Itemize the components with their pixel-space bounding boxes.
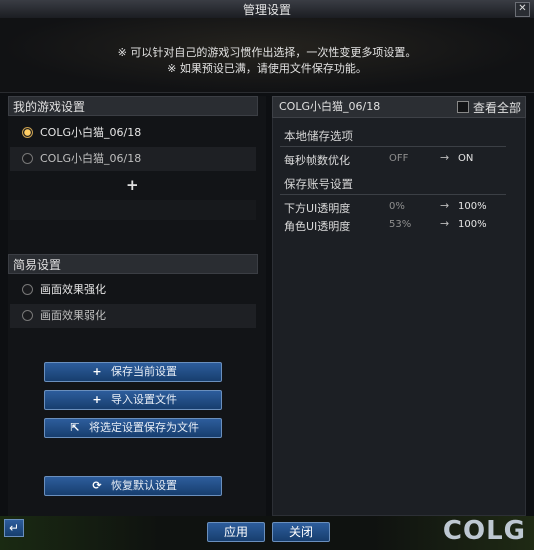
window-title: 管理设置	[242, 3, 291, 17]
plus-icon: +	[92, 365, 102, 378]
arrow-right-icon: →	[440, 217, 450, 230]
simple-label: 画面效果强化	[40, 283, 106, 296]
account-settings-header: 保存账号设置	[284, 177, 353, 191]
option-row-name: 角色UI透明度	[284, 220, 351, 233]
option-new-value: ON	[458, 153, 474, 164]
notice-line-2: ※ 如果预设已满，请使用文件保存功能。	[167, 62, 367, 75]
simple-label: 画面效果弱化	[40, 309, 106, 322]
import-file-button[interactable]: + 导入设置文件	[44, 390, 222, 410]
import-file-label: 导入设置文件	[111, 393, 177, 406]
option-old-value: OFF	[389, 153, 409, 164]
plus-icon: +	[92, 393, 102, 406]
close-button[interactable]: 关闭	[272, 522, 330, 542]
export-icon: ⇱	[70, 421, 80, 434]
local-options-header: 本地储存选项	[284, 129, 353, 143]
simple-settings-header: 简易设置	[8, 254, 258, 274]
preset-item[interactable]: COLG小白猫_06/18	[10, 121, 256, 145]
view-all-checkbox[interactable]	[457, 101, 469, 113]
title-bar: 管理设置 ✕	[0, 0, 534, 19]
option-row-name: 下方UI透明度	[284, 202, 351, 215]
apply-button[interactable]: 应用	[207, 522, 265, 542]
preset-label: COLG小白猫_06/18	[40, 152, 142, 165]
restore-default-label: 恢复默认设置	[111, 479, 177, 492]
option-old-value: 53%	[389, 219, 412, 230]
option-old-value: 0%	[389, 201, 405, 212]
radio-icon	[22, 310, 33, 321]
back-icon[interactable]: ↵	[4, 519, 24, 537]
add-preset-plus-icon[interactable]: +	[126, 176, 139, 194]
close-icon[interactable]: ✕	[515, 2, 530, 17]
option-new-value: 100%	[458, 219, 487, 230]
simple-item[interactable]: 画面效果弱化	[10, 304, 256, 328]
my-settings-header: 我的游戏设置	[8, 96, 258, 116]
option-new-value: 100%	[458, 201, 487, 212]
empty-row	[10, 200, 256, 220]
restore-default-button[interactable]: ⟳ 恢复默认设置	[44, 476, 222, 496]
divider	[280, 194, 506, 195]
option-row-name: 每秒帧数优化	[284, 154, 350, 167]
divider	[280, 146, 506, 147]
save-to-file-button[interactable]: ⇱ 将选定设置保存为文件	[44, 418, 222, 438]
save-current-button[interactable]: + 保存当前设置	[44, 362, 222, 382]
refresh-icon: ⟳	[92, 479, 102, 492]
radio-icon	[22, 153, 33, 164]
arrow-right-icon: →	[440, 151, 450, 164]
simple-item[interactable]: 画面效果强化	[10, 278, 256, 302]
radio-icon	[22, 284, 33, 295]
notice-banner: ※ 可以针对自己的游戏习惯作出选择，一次性变更多项设置。 ※ 如果预设已满，请使…	[0, 18, 534, 93]
colg-watermark: COLG	[442, 516, 526, 546]
preset-label: COLG小白猫_06/18	[40, 126, 142, 139]
preset-item[interactable]: COLG小白猫_06/18	[10, 147, 256, 171]
arrow-right-icon: →	[440, 199, 450, 212]
save-to-file-label: 将选定设置保存为文件	[89, 421, 199, 434]
notice-line-1: ※ 可以针对自己的游戏习惯作出选择，一次性变更多项设置。	[117, 46, 417, 59]
radio-selected-icon	[22, 127, 33, 138]
save-current-label: 保存当前设置	[111, 365, 177, 378]
view-all-label[interactable]: 查看全部	[473, 99, 521, 116]
